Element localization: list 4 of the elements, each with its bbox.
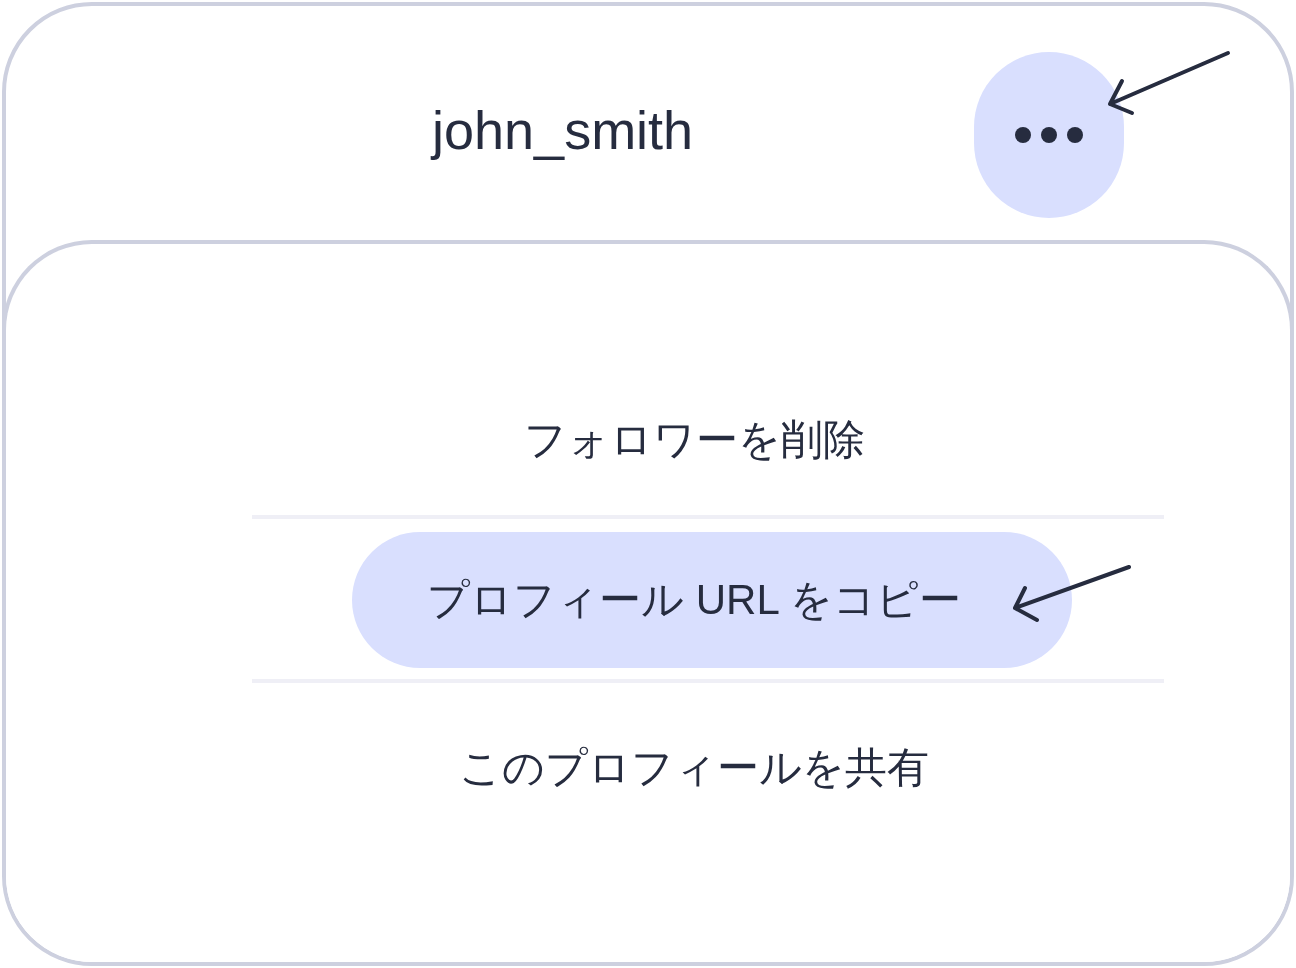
menu-item[interactable]: このプロフィールを共有 [352,700,1072,836]
menu-item[interactable]: フォロワーを削除 [352,372,1072,508]
menu-item[interactable]: プロフィール URL をコピー [352,532,1072,668]
more-icon [1014,126,1084,144]
